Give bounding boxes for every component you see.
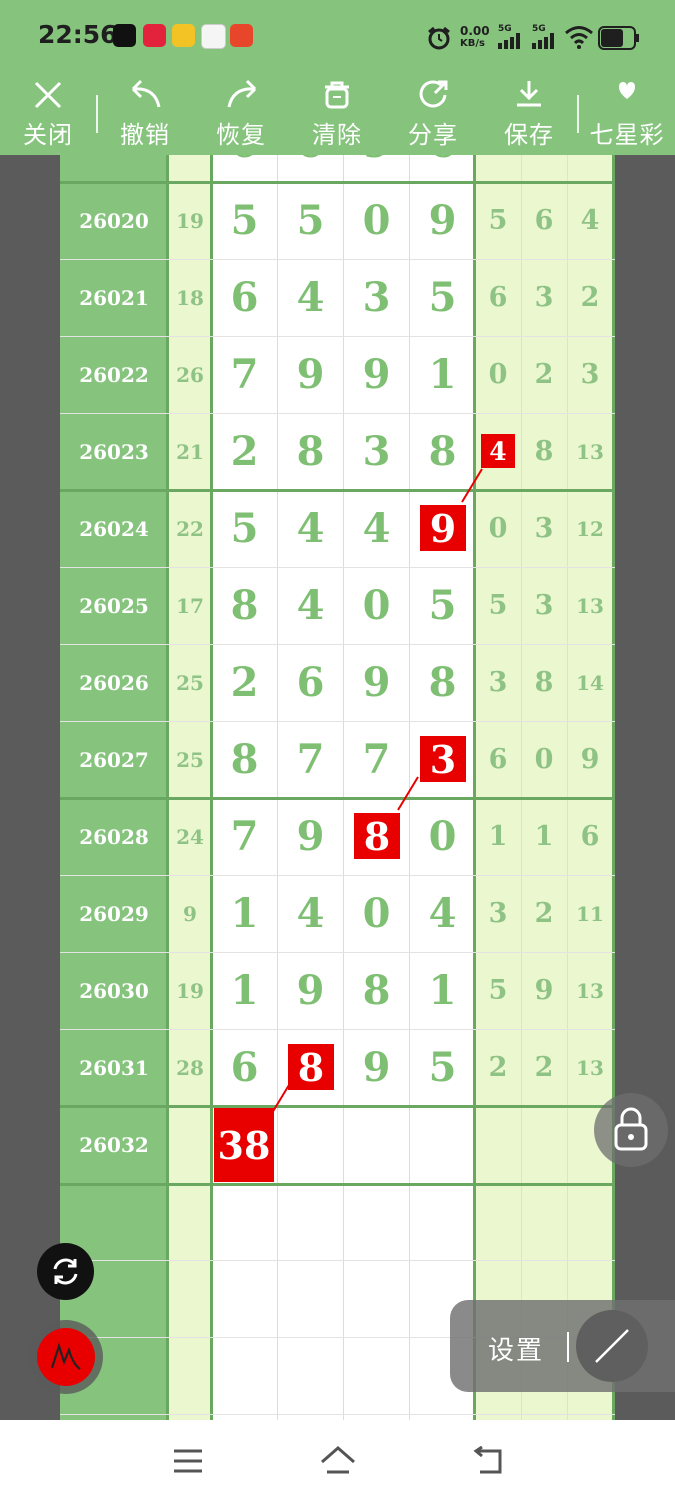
alarm-icon <box>428 26 450 50</box>
share-icon <box>419 80 448 108</box>
close-label: 关闭 <box>23 121 73 149</box>
tiktok-icon <box>113 24 136 47</box>
download-icon <box>517 81 541 107</box>
app-yellow-icon <box>172 24 195 47</box>
close-icon <box>34 81 62 109</box>
signal-icon <box>498 33 520 49</box>
app-red2-icon <box>230 24 253 47</box>
redo-button[interactable]: 恢复 <box>193 75 289 155</box>
trend-lines <box>268 468 483 1119</box>
app-avatar-icon <box>201 24 226 49</box>
status-bar: 22:56 0.00 KB/s 5G 5G <box>0 0 675 75</box>
save-button[interactable]: 保存 <box>481 75 577 155</box>
menu-icon[interactable] <box>172 1448 204 1474</box>
redo-icon <box>227 79 257 108</box>
pen-tool-button[interactable] <box>29 1320 103 1394</box>
close-button[interactable]: 关闭 <box>0 75 96 155</box>
settings-panel: 设置 <box>450 1300 675 1392</box>
signal-icon-2 <box>532 33 554 49</box>
lottery-type-dropdown[interactable]: 七星彩 <box>579 75 675 155</box>
share-button[interactable]: 分享 <box>385 75 481 155</box>
pen-icon <box>50 1342 81 1370</box>
clear-button[interactable]: 清除 <box>289 75 385 155</box>
redo-label: 恢复 <box>216 121 266 149</box>
battery-icon <box>598 26 639 50</box>
status-time: 22:56 <box>38 20 118 49</box>
undo-icon <box>131 79 161 108</box>
share-label: 分享 <box>408 121 458 149</box>
trash-icon <box>325 81 349 109</box>
lock-icon <box>614 1107 648 1151</box>
net-speed-unit: KB/s <box>460 38 485 49</box>
save-label: 保存 <box>504 121 554 149</box>
back-icon[interactable] <box>470 1446 506 1476</box>
settings-button[interactable]: 设置 <box>488 1330 544 1367</box>
wifi-icon <box>565 26 593 49</box>
net-speed-value: 0.00 <box>460 24 490 38</box>
undo-label: 撤销 <box>120 121 170 149</box>
chart-grid[interactable]: 0 0 9 6 26020195509564260211864356322602… <box>0 155 675 1420</box>
lottery-type-label: 七星彩 <box>589 121 665 149</box>
refresh-button[interactable] <box>37 1243 94 1300</box>
pen-tool-inner <box>37 1328 95 1386</box>
toolbar: 关闭 撤销 恢复 清除 分享 保存 七星彩 <box>0 75 675 155</box>
heart-dropdown-icon <box>619 82 635 99</box>
refresh-icon <box>53 1258 78 1285</box>
line-tool-button[interactable] <box>576 1310 648 1382</box>
home-icon[interactable] <box>319 1444 357 1476</box>
lock-button[interactable] <box>594 1093 668 1167</box>
clear-label: 清除 <box>312 121 362 149</box>
system-nav-bar <box>0 1420 675 1500</box>
undo-button[interactable]: 撤销 <box>97 75 193 155</box>
settings-divider <box>567 1332 569 1362</box>
line-tool-icon <box>595 1329 629 1363</box>
app-red-icon <box>143 24 166 47</box>
